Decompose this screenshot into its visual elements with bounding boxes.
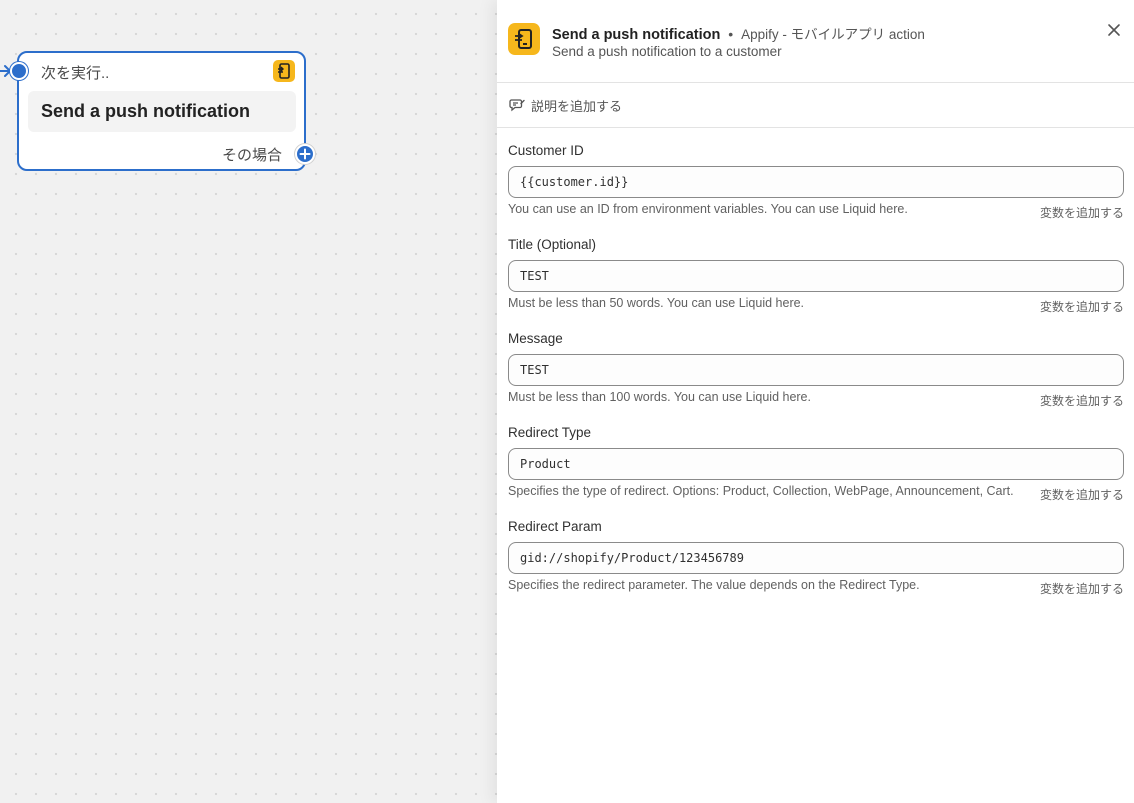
node-branch-label: その場合 — [221, 147, 282, 164]
panel-title: Send a push notification — [552, 27, 721, 43]
field-help-text: Specifies the type of redirect. Options:… — [508, 484, 1014, 498]
add-description-label: 説明を追加する — [531, 98, 623, 114]
workflow-action-node[interactable]: 次を実行.. Send a push notification その場合 — [0, 51, 315, 171]
redirect-type-input[interactable]: Product — [508, 448, 1124, 480]
title-field: Title (Optional) TEST Must be less than … — [508, 237, 1124, 315]
panel-title-row: Send a push notification • Appify - モバイル… — [552, 23, 925, 43]
redirect-param-field: Redirect Param gid://shopify/Product/123… — [508, 519, 1124, 597]
panel-header: Send a push notification • Appify - モバイル… — [497, 0, 1134, 83]
customer-id-field: Customer ID {{customer.id}} You can use … — [508, 143, 1124, 221]
title-separator: • — [728, 26, 734, 42]
field-label: Message — [508, 331, 563, 346]
redirect-param-input[interactable]: gid://shopify/Product/123456789 — [508, 542, 1124, 574]
message-input[interactable]: TEST — [508, 354, 1124, 386]
comment-edit-icon — [509, 96, 527, 114]
field-help-text: Specifies the redirect parameter. The va… — [508, 578, 920, 592]
add-description-button[interactable]: 説明を追加する — [497, 83, 1134, 128]
add-variable-link[interactable]: 変数を追加する — [1040, 580, 1124, 597]
close-icon — [1108, 24, 1120, 36]
appify-phone-icon — [273, 60, 295, 82]
workflow-canvas[interactable]: 次を実行.. Send a push notification その場合 — [0, 0, 497, 803]
add-variable-link[interactable]: 変数を追加する — [1040, 392, 1124, 409]
add-variable-link[interactable]: 変数を追加する — [1040, 486, 1124, 503]
field-help-text: You can use an ID from environment varia… — [508, 202, 908, 216]
node-title: Send a push notification — [28, 91, 296, 132]
panel-app-name: Appify - モバイルアプリ action — [741, 27, 925, 42]
customer-id-input[interactable]: {{customer.id}} — [508, 166, 1124, 198]
message-field: Message TEST Must be less than 100 words… — [508, 331, 1124, 409]
field-label: Title (Optional) — [508, 237, 597, 252]
field-help-text: Must be less than 100 words. You can use… — [508, 390, 811, 404]
field-help-text: Must be less than 50 words. You can use … — [508, 296, 805, 310]
add-variable-link[interactable]: 変数を追加する — [1040, 298, 1124, 315]
action-config-panel: Send a push notification • Appify - モバイル… — [497, 0, 1134, 803]
add-variable-link[interactable]: 変数を追加する — [1040, 204, 1124, 221]
appify-phone-icon — [508, 23, 540, 55]
field-label: Customer ID — [508, 143, 584, 158]
add-step-button[interactable] — [295, 144, 315, 164]
redirect-type-field: Redirect Type Product Specifies the type… — [508, 425, 1124, 503]
field-label: Redirect Param — [508, 519, 602, 534]
node-header-label: 次を実行.. — [41, 65, 110, 82]
node-input-port[interactable] — [10, 62, 28, 80]
title-input[interactable]: TEST — [508, 260, 1124, 292]
panel-subtitle: Send a push notification to a customer — [552, 44, 782, 59]
close-button[interactable] — [1104, 20, 1124, 40]
field-label: Redirect Type — [508, 425, 592, 440]
plus-icon — [299, 148, 311, 160]
